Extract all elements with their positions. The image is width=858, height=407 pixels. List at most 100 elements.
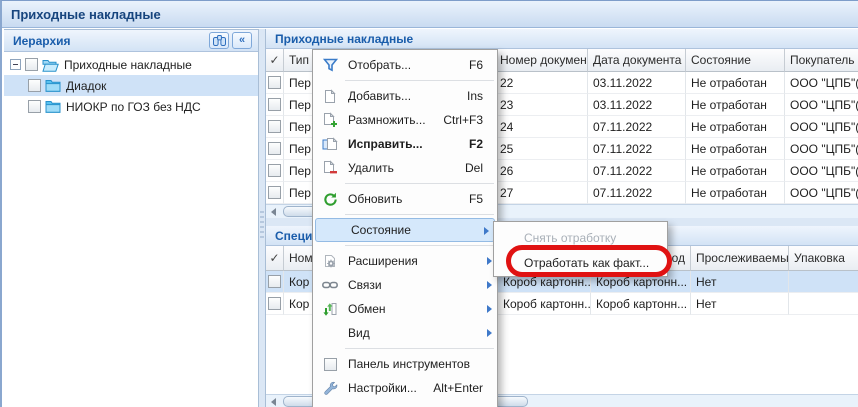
row-checkbox[interactable] xyxy=(268,164,281,177)
cell-date: 03.11.2022 xyxy=(588,94,686,116)
tree-checkbox[interactable] xyxy=(28,100,41,113)
row-check-cell xyxy=(266,116,284,138)
row-checkbox[interactable] xyxy=(268,142,281,155)
menu-separator xyxy=(345,214,494,215)
tree-item-label: Диадок xyxy=(66,79,106,93)
menu-item-add[interactable]: Добавить... Ins xyxy=(313,84,497,108)
menu-item-refresh[interactable]: Обновить F5 xyxy=(313,187,497,211)
menu-separator xyxy=(345,245,494,246)
hierarchy-panel: Иерархия « xyxy=(4,29,259,407)
menu-item-links[interactable]: Связи xyxy=(313,273,497,297)
tree-item-diadok[interactable]: Диадок xyxy=(4,75,258,96)
submenu-arrow-icon xyxy=(487,257,492,265)
cell-state: Не отработан xyxy=(686,138,785,160)
checkbox-icon xyxy=(319,358,341,371)
chain-link-icon xyxy=(319,280,341,290)
cell-number: 26 xyxy=(495,160,588,182)
extensions-icon xyxy=(319,254,341,269)
invoices-panel-header: Приходные накладные xyxy=(266,29,858,49)
column-header-state[interactable]: Состояние xyxy=(686,49,785,72)
column-header-check[interactable]: ✓ xyxy=(266,246,284,271)
context-menu: Отобрать... F6 Добавить... Ins Размножит… xyxy=(312,49,498,407)
filter-icon xyxy=(319,58,341,72)
cell-number: 25 xyxy=(495,138,588,160)
cell-state: Не отработан xyxy=(686,94,785,116)
column-header-number[interactable]: Номер документа. xyxy=(495,49,588,72)
window-title: Приходные накладные xyxy=(11,7,161,22)
column-header-date[interactable]: Дата документа xyxy=(588,49,686,72)
cell-traceable: Нет xyxy=(691,271,789,293)
cell-date: 03.11.2022 xyxy=(588,72,686,94)
tree-item-root[interactable]: Приходные накладные xyxy=(4,54,258,75)
cell-buyer: ООО "ЦПБ"(Д xyxy=(785,182,858,204)
collapse-panel-button[interactable]: « xyxy=(232,32,252,49)
cell-number: 24 xyxy=(495,116,588,138)
menu-item-extensions[interactable]: Расширения xyxy=(313,249,497,273)
menu-item-toolbar[interactable]: Панель инструментов xyxy=(313,352,497,376)
search-button[interactable] xyxy=(209,32,229,49)
cell-buyer: ООО "ЦПБ"(Д xyxy=(785,72,858,94)
hierarchy-panel-title: Иерархия xyxy=(13,34,71,48)
hierarchy-panel-header: Иерархия « xyxy=(4,30,258,52)
state-submenu: Снять отработку Отработать как факт... xyxy=(493,221,668,277)
cell-buyer: ООО "ЦПБ"(Д xyxy=(785,94,858,116)
submenu-item-remove-processing[interactable]: Снять отработку xyxy=(494,225,667,250)
row-checkbox[interactable] xyxy=(268,76,281,89)
row-checkbox[interactable] xyxy=(268,98,281,111)
menu-item-exchange[interactable]: Обмен xyxy=(313,297,497,321)
cell-state: Не отработан xyxy=(686,116,785,138)
row-check-cell xyxy=(266,94,284,116)
submenu-arrow-icon xyxy=(487,281,492,289)
submenu-item-process-as-fact[interactable]: Отработать как факт... xyxy=(494,250,667,275)
row-checkbox[interactable] xyxy=(268,275,281,288)
cell-date: 07.11.2022 xyxy=(588,160,686,182)
open-folder-icon xyxy=(42,58,59,72)
scroll-left-icon[interactable] xyxy=(266,395,281,407)
cell-box: Короб картонн... xyxy=(498,293,591,315)
folder-icon xyxy=(45,100,61,113)
menu-separator xyxy=(345,183,494,184)
menu-separator xyxy=(345,348,494,349)
row-check-cell xyxy=(266,72,284,94)
submenu-arrow-icon xyxy=(487,305,492,313)
app-window: Приходные накладные Иерархия « xyxy=(0,0,858,407)
cell-buyer: ООО "ЦПБ"(Д xyxy=(785,138,858,160)
menu-item-delete[interactable]: Удалить Del xyxy=(313,156,497,180)
cell-date: 07.11.2022 xyxy=(588,116,686,138)
invoices-panel-title: Приходные накладные xyxy=(275,32,413,46)
column-header-buyer[interactable]: Покупатель xyxy=(785,49,858,72)
delete-page-icon xyxy=(319,160,341,176)
menu-item-filter[interactable]: Отобрать... F6 xyxy=(313,53,497,77)
tree-item-niokr[interactable]: НИОКР по ГОЗ без НДС xyxy=(4,96,258,117)
menu-item-state[interactable]: Состояние xyxy=(315,218,495,242)
collapse-node-icon[interactable] xyxy=(10,59,21,70)
chevron-left-icon: « xyxy=(239,35,245,46)
column-header-traceable[interactable]: Прослеживаемый xyxy=(691,246,789,271)
row-checkbox[interactable] xyxy=(268,297,281,310)
submenu-arrow-icon xyxy=(484,227,489,235)
duplicate-page-icon xyxy=(319,112,341,128)
tree-checkbox[interactable] xyxy=(25,58,38,71)
menu-item-settings[interactable]: Настройки... Alt+Enter xyxy=(313,376,497,400)
row-checkbox[interactable] xyxy=(268,186,281,199)
cell-state: Не отработан xyxy=(686,182,785,204)
menu-item-edit[interactable]: Исправить... F2 xyxy=(313,132,497,156)
binoculars-icon xyxy=(213,35,226,46)
column-header-packing[interactable]: Упаковка xyxy=(789,246,858,271)
edit-page-icon xyxy=(319,137,341,152)
cell-number: 27 xyxy=(495,182,588,204)
tree-checkbox[interactable] xyxy=(28,79,41,92)
row-check-cell xyxy=(266,138,284,160)
row-checkbox[interactable] xyxy=(268,120,281,133)
column-header-check[interactable]: ✓ xyxy=(266,49,284,72)
cell-state: Не отработан xyxy=(686,160,785,182)
cell-packing xyxy=(789,271,858,293)
window-titlebar: Приходные накладные xyxy=(2,1,858,28)
menu-item-view[interactable]: Вид xyxy=(313,321,497,345)
menu-item-duplicate[interactable]: Размножить... Ctrl+F3 xyxy=(313,108,497,132)
cell-date: 07.11.2022 xyxy=(588,182,686,204)
row-check-cell xyxy=(266,293,284,315)
refresh-icon xyxy=(319,192,341,207)
scroll-left-icon[interactable] xyxy=(266,205,281,218)
cell-number: 22 xyxy=(495,72,588,94)
